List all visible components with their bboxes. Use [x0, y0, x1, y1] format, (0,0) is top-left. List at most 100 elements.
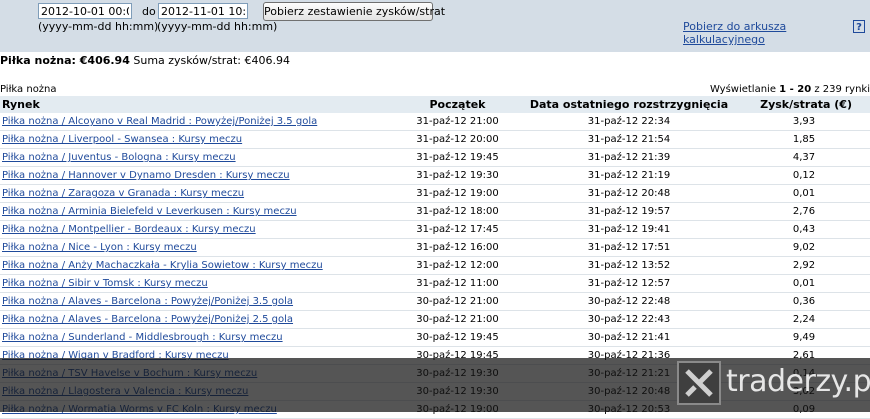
table-row: Piłka nożna / Hannover v Dynamo Dresden … — [0, 166, 870, 185]
cell-profit-loss: 3,93 — [738, 113, 870, 131]
market-link[interactable]: Piłka nożna / Alcoyano v Real Madrid : P… — [2, 116, 317, 127]
market-link[interactable]: Piłka nożna / Juventus - Bologna : Kursy… — [2, 152, 236, 163]
cell-start: 31-paź-12 17:45 — [395, 220, 520, 239]
market-link[interactable]: Piłka nożna / Sunderland - Middlesbrough… — [2, 332, 283, 343]
col-header-start[interactable]: Początek — [395, 96, 520, 113]
cell-profit-loss: 0,36 — [738, 292, 870, 311]
table-row: Piłka nożna / Alaves - Barcelona : Powyż… — [0, 292, 870, 311]
table-row: Piłka nożna / Sibir v Tomsk : Kursy mecz… — [0, 274, 870, 293]
cell-settled: 31-paź-12 19:41 — [520, 220, 738, 239]
paging-suffix: z 239 rynki — [814, 84, 870, 95]
market-link[interactable]: Piłka nożna / Sibir v Tomsk : Kursy mecz… — [2, 278, 208, 289]
cell-profit-loss: 4,37 — [738, 148, 870, 167]
cell-start: 30-paź-12 21:00 — [395, 310, 520, 329]
market-link[interactable]: Piłka nożna / Alaves - Barcelona : Powyż… — [2, 314, 293, 325]
table-row: Piłka nożna / Montpellier - Bordeaux : K… — [0, 220, 870, 239]
date-range-separator: do — [142, 5, 156, 18]
date-from-format-hint: (yyyy-mm-dd hh:mm) — [38, 20, 159, 33]
cell-start: 31-paź-12 21:00 — [395, 113, 520, 131]
market-link[interactable]: Piłka nożna / Montpellier - Bordeaux : K… — [2, 224, 256, 235]
cell-market: Piłka nożna / Zaragoza v Granada : Kursy… — [0, 184, 395, 203]
export-spreadsheet-link[interactable]: Pobierz do arkusza kalkulacyjnego — [683, 20, 870, 46]
cell-profit-loss: 0,12 — [738, 166, 870, 185]
cell-settled: 31-paź-12 21:19 — [520, 166, 738, 185]
table-row: Piłka nożna / Sunderland - Middlesbrough… — [0, 328, 870, 347]
paging-prefix: Wyświetlanie — [709, 84, 776, 95]
cell-settled: 31-paź-12 22:34 — [520, 113, 738, 131]
cell-profit-loss: 0,43 — [738, 220, 870, 239]
section-label: Piłka nożna — [0, 84, 57, 95]
table-row: Piłka nożna / Juventus - Bologna : Kursy… — [0, 148, 870, 167]
filter-bar: do (yyyy-mm-dd hh:mm) (yyyy-mm-dd hh:mm)… — [0, 0, 870, 52]
traderzy-logo-icon — [677, 361, 721, 405]
cell-settled: 31-paź-12 17:51 — [520, 238, 738, 257]
cell-market: Piłka nożna / Sunderland - Middlesbrough… — [0, 328, 395, 347]
paging-range: 1 - 20 — [779, 84, 812, 95]
col-header-market[interactable]: Rynek — [0, 96, 395, 113]
cell-profit-loss: 0,01 — [738, 274, 870, 293]
cell-settled: 30-paź-12 21:41 — [520, 328, 738, 347]
cell-profit-loss: 9,02 — [738, 238, 870, 257]
cell-start: 31-paź-12 12:00 — [395, 256, 520, 275]
cell-market: Piłka nożna / Sibir v Tomsk : Kursy mecz… — [0, 274, 395, 293]
cell-start: 30-paź-12 19:45 — [395, 328, 520, 347]
cell-market: Piłka nożna / Montpellier - Bordeaux : K… — [0, 220, 395, 239]
table-row: Piłka nożna / Anży Machaczkała - Krylia … — [0, 256, 870, 275]
cell-settled: 31-paź-12 13:52 — [520, 256, 738, 275]
market-link[interactable]: Piłka nożna / Alaves - Barcelona : Powyż… — [2, 296, 293, 307]
table-header-row: Rynek Początek Data ostatniego rozstrzyg… — [0, 96, 870, 113]
date-to-format-hint: (yyyy-mm-dd hh:mm) — [157, 20, 278, 33]
cell-profit-loss: 2,92 — [738, 256, 870, 275]
cell-market: Piłka nożna / Alaves - Barcelona : Powyż… — [0, 310, 395, 329]
cell-settled: 31-paź-12 19:57 — [520, 202, 738, 221]
market-link[interactable]: Piłka nożna / Anży Machaczkała - Krylia … — [2, 260, 323, 271]
fetch-report-button[interactable]: Pobierz zestawienie zysków/strat — [263, 2, 445, 21]
table-row: Piłka nożna / Zaragoza v Granada : Kursy… — [0, 184, 870, 203]
market-link[interactable]: Piłka nożna / Nice - Lyon : Kursy meczu — [2, 242, 197, 253]
cell-settled: 31-paź-12 21:39 — [520, 148, 738, 167]
cell-settled: 31-paź-12 20:48 — [520, 184, 738, 203]
cell-start: 31-paź-12 11:00 — [395, 274, 520, 293]
cell-profit-loss: 9,49 — [738, 328, 870, 347]
cell-settled: 31-paź-12 21:54 — [520, 130, 738, 149]
total-value: €406.94 — [244, 54, 291, 67]
cell-market: Piłka nożna / Nice - Lyon : Kursy meczu — [0, 238, 395, 257]
cell-profit-loss: 2,24 — [738, 310, 870, 329]
col-header-profit-loss[interactable]: Zysk/strata (€) — [738, 96, 870, 113]
market-link[interactable]: Piłka nożna / Hannover v Dynamo Dresden … — [2, 170, 290, 181]
table-row: Piłka nożna / Liverpool - Swansea : Kurs… — [0, 130, 870, 149]
cell-market: Piłka nożna / Alcoyano v Real Madrid : P… — [0, 113, 395, 131]
cell-start: 31-paź-12 19:00 — [395, 184, 520, 203]
date-to-input[interactable] — [158, 3, 248, 19]
cell-market: Piłka nożna / Arminia Bielefeld v Leverk… — [0, 202, 395, 221]
cell-settled: 30-paź-12 22:43 — [520, 310, 738, 329]
cell-market: Piłka nożna / Juventus - Bologna : Kursy… — [0, 148, 395, 167]
summary-line: Piłka nożna: €406.94 Suma zysków/strat: … — [0, 54, 290, 67]
date-from-input[interactable] — [38, 3, 132, 19]
cell-start: 31-paź-12 19:30 — [395, 166, 520, 185]
table-row: Piłka nożna / Arminia Bielefeld v Leverk… — [0, 202, 870, 221]
market-link[interactable]: Piłka nożna / Zaragoza v Granada : Kursy… — [2, 188, 244, 199]
cell-settled: 30-paź-12 22:48 — [520, 292, 738, 311]
cell-market: Piłka nożna / Alaves - Barcelona : Powyż… — [0, 292, 395, 311]
cell-market: Piłka nożna / Liverpool - Swansea : Kurs… — [0, 130, 395, 149]
help-icon[interactable]: ? — [853, 20, 865, 33]
cell-start: 31-paź-12 16:00 — [395, 238, 520, 257]
cell-market: Piłka nożna / Hannover v Dynamo Dresden … — [0, 166, 395, 185]
col-header-settled[interactable]: Data ostatniego rozstrzygnięcia — [520, 96, 738, 113]
cell-profit-loss: 0,01 — [738, 184, 870, 203]
cell-start: 31-paź-12 18:00 — [395, 202, 520, 221]
total-label: Suma zysków/strat: — [133, 54, 242, 67]
cell-start: 31-paź-12 19:45 — [395, 148, 520, 167]
cell-settled: 31-paź-12 12:57 — [520, 274, 738, 293]
sport-total: Piłka nożna: €406.94 — [0, 54, 130, 67]
cell-profit-loss: 1,85 — [738, 130, 870, 149]
table-row: Piłka nożna / Alcoyano v Real Madrid : P… — [0, 113, 870, 131]
market-link[interactable]: Piłka nożna / Arminia Bielefeld v Leverk… — [2, 206, 297, 217]
watermark-text: traderzy.pl — [726, 364, 870, 399]
table-row: Piłka nożna / Alaves - Barcelona : Powyż… — [0, 310, 870, 329]
cell-start: 31-paź-12 20:00 — [395, 130, 520, 149]
paging-info: Wyświetlanie 1 - 20 z 239 rynki — [710, 84, 870, 95]
market-link[interactable]: Piłka nożna / Liverpool - Swansea : Kurs… — [2, 134, 242, 145]
cell-market: Piłka nożna / Anży Machaczkała - Krylia … — [0, 256, 395, 275]
